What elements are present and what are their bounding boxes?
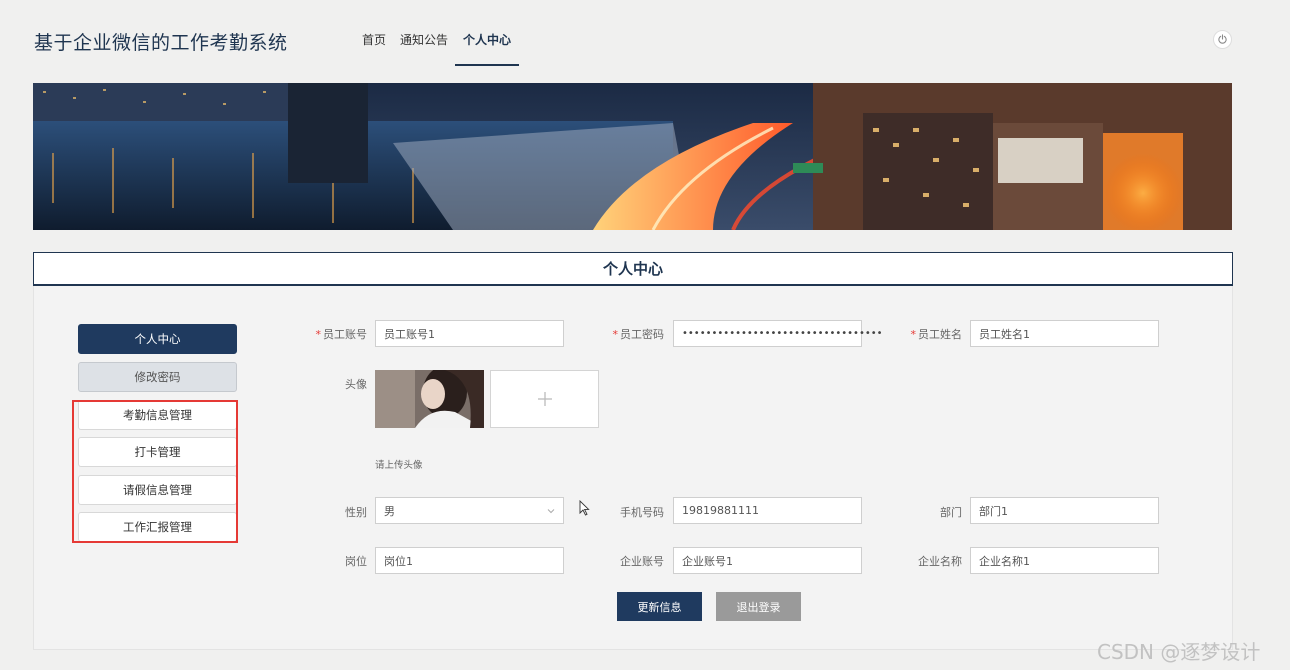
avatar-upload-hint: 请上传头像 <box>375 460 423 471</box>
watermark: CSDN @逐梦设计 <box>1097 640 1261 664</box>
gender-select[interactable]: 男 <box>375 497 564 524</box>
department-input[interactable]: 部门1 <box>970 497 1159 524</box>
company-account-label: 企业账号 <box>620 555 664 568</box>
sidebar-item-leave-management[interactable]: 请假信息管理 <box>78 475 237 505</box>
company-name-input[interactable]: 企业名称1 <box>970 547 1159 574</box>
gender-selected-value: 男 <box>384 504 395 518</box>
nav-home[interactable]: 首页 <box>355 18 393 66</box>
avatar-image[interactable] <box>375 370 484 428</box>
password-label-text: 员工密码 <box>620 328 664 341</box>
account-input[interactable]: 员工账号1 <box>375 320 564 347</box>
avatar-photo-icon <box>375 370 484 428</box>
position-input[interactable]: 岗位1 <box>375 547 564 574</box>
logout-button[interactable]: 退出登录 <box>716 592 801 621</box>
top-nav: 首页 通知公告 个人中心 <box>355 18 520 66</box>
avatar-upload-button[interactable] <box>490 370 599 428</box>
power-button[interactable] <box>1213 30 1232 49</box>
site-title: 基于企业微信的工作考勤系统 <box>34 32 288 54</box>
update-info-button[interactable]: 更新信息 <box>617 592 702 621</box>
password-input[interactable]: •••••••••••••••••••••••••••••••••• <box>673 320 883 347</box>
sidebar-item-attendance-management[interactable]: 考勤信息管理 <box>78 400 237 430</box>
nav-notices[interactable]: 通知公告 <box>393 18 455 66</box>
sidebar-item-personal-center[interactable]: 个人中心 <box>78 324 237 354</box>
power-icon <box>1218 34 1227 44</box>
phone-input[interactable]: 19819881111 <box>673 497 862 524</box>
account-label-text: 员工账号 <box>323 328 367 341</box>
required-mark: * <box>315 328 322 341</box>
position-label: 岗位 <box>345 555 367 568</box>
sidebar-item-work-report-management[interactable]: 工作汇报管理 <box>78 512 237 542</box>
mouse-cursor-icon <box>579 500 590 516</box>
gender-label: 性别 <box>345 506 367 519</box>
plus-icon <box>537 392 552 406</box>
name-label-text: 员工姓名 <box>918 328 962 341</box>
department-label: 部门 <box>940 506 962 519</box>
company-name-label: 企业名称 <box>918 555 962 568</box>
account-label: * 员工账号 <box>277 326 368 342</box>
avatar-label: 头像 <box>345 378 367 391</box>
sidebar-item-change-password[interactable]: 修改密码 <box>78 362 237 392</box>
header: 基于企业微信的工作考勤系统 首页 通知公告 个人中心 <box>0 0 1290 80</box>
name-input[interactable]: 员工姓名1 <box>970 320 1159 347</box>
sidebar-item-clock-in-management[interactable]: 打卡管理 <box>78 437 237 467</box>
city-night-banner-icon <box>33 83 1232 230</box>
password-label: * 员工密码 <box>574 326 665 342</box>
company-account-input[interactable]: 企业账号1 <box>673 547 862 574</box>
chevron-down-icon <box>547 509 555 514</box>
required-mark: * <box>910 328 917 341</box>
banner-image <box>33 83 1232 230</box>
name-label: * 员工姓名 <box>872 326 963 342</box>
section-title: 个人中心 <box>602 260 663 278</box>
section-title-bar: 个人中心 <box>33 252 1233 286</box>
required-mark: * <box>612 328 619 341</box>
nav-personal-center[interactable]: 个人中心 <box>455 18 520 66</box>
